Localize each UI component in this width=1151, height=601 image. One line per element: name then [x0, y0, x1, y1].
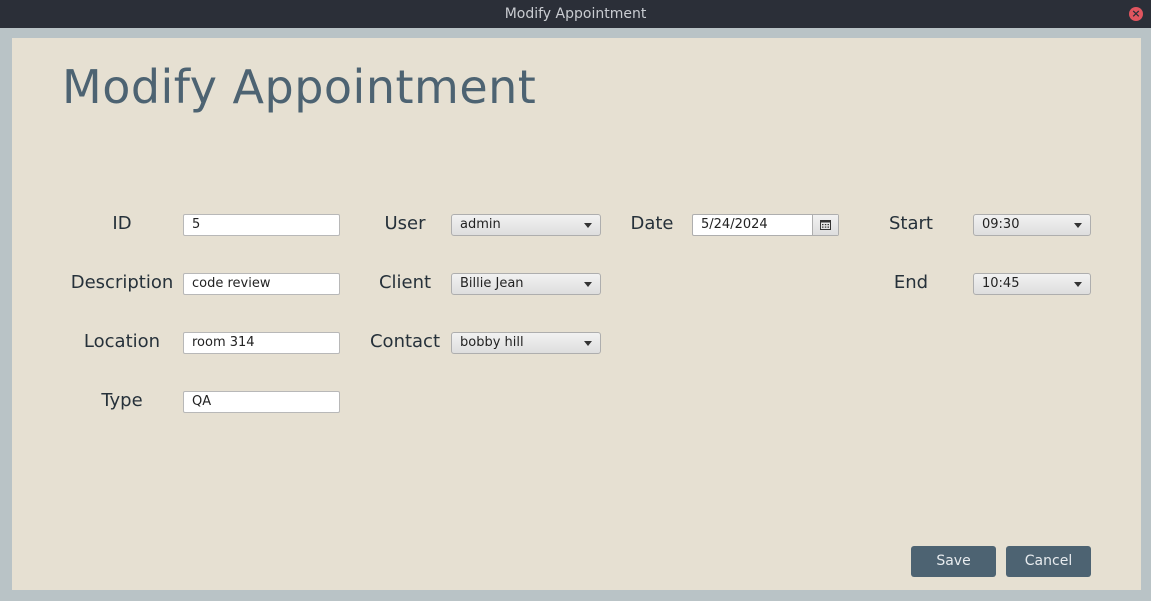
contact-select-value: bobby hill	[460, 335, 524, 350]
window-title: Modify Appointment	[504, 6, 647, 22]
form-panel: Modify Appointment ID Description Locati…	[12, 38, 1141, 590]
user-label: User	[384, 213, 426, 234]
client-select[interactable]: Billie Jean	[451, 273, 601, 295]
chevron-down-icon	[1074, 223, 1082, 228]
window-frame: Modify Appointment ID Description Locati…	[0, 28, 1151, 601]
end-time-value: 10:45	[982, 276, 1020, 291]
type-field[interactable]: QA	[183, 391, 340, 413]
chevron-down-icon	[584, 282, 592, 287]
contact-label: Contact	[369, 331, 441, 352]
client-label: Client	[378, 272, 432, 293]
end-label: End	[893, 272, 929, 293]
calendar-icon[interactable]	[812, 215, 838, 235]
close-icon[interactable]: ×	[1129, 7, 1143, 21]
type-label: Type	[101, 390, 143, 411]
user-select-value: admin	[460, 217, 501, 232]
client-select-value: Billie Jean	[460, 276, 524, 291]
description-field[interactable]: code review	[183, 273, 340, 295]
save-button[interactable]: Save	[911, 546, 996, 577]
id-label: ID	[112, 213, 132, 234]
window-titlebar: Modify Appointment ×	[0, 0, 1151, 28]
start-label: Start	[889, 213, 933, 234]
start-time-value: 09:30	[982, 217, 1020, 232]
description-label: Description	[70, 272, 174, 293]
cancel-button[interactable]: Cancel	[1006, 546, 1091, 577]
location-label: Location	[83, 331, 161, 352]
chevron-down-icon	[584, 341, 592, 346]
chevron-down-icon	[1074, 282, 1082, 287]
date-field[interactable]: 5/24/2024	[693, 215, 812, 235]
chevron-down-icon	[584, 223, 592, 228]
id-field[interactable]: 5	[183, 214, 340, 236]
start-time-select[interactable]: 09:30	[973, 214, 1091, 236]
location-field[interactable]: room 314	[183, 332, 340, 354]
end-time-select[interactable]: 10:45	[973, 273, 1091, 295]
date-label: Date	[630, 213, 674, 234]
contact-select[interactable]: bobby hill	[451, 332, 601, 354]
user-select[interactable]: admin	[451, 214, 601, 236]
date-picker[interactable]: 5/24/2024	[692, 214, 839, 236]
page-title: Modify Appointment	[62, 60, 537, 114]
